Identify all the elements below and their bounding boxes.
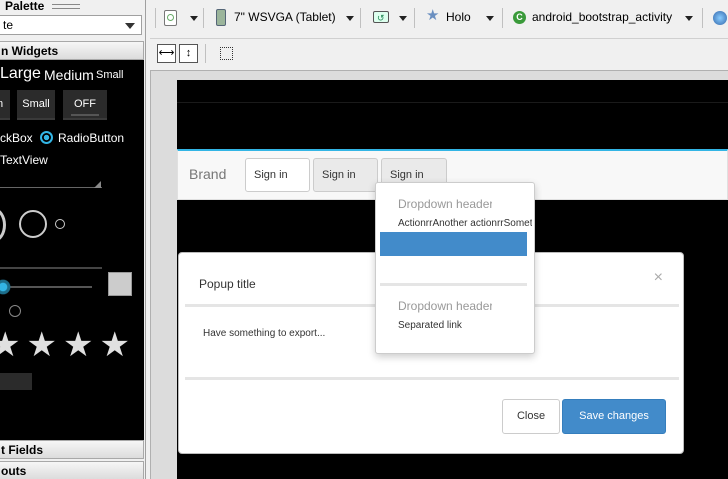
dropdown-divider	[380, 283, 527, 286]
progress-large-icon	[0, 208, 6, 242]
category-label: outs	[1, 464, 27, 478]
theme-label: Holo	[446, 10, 471, 24]
category-text-fields[interactable]: t Fields	[0, 440, 144, 459]
fill-width-button[interactable]: ⟷	[157, 44, 176, 63]
toolbar-separator	[155, 8, 156, 28]
progress-medium-icon	[19, 210, 47, 238]
radio-unselected-icon[interactable]	[9, 305, 21, 317]
category-form-widgets[interactable]: n Widgets	[0, 41, 144, 60]
editor-toolbar: 7" WSVGA (Tablet) ↺ ★ Holo C android_boo…	[150, 0, 728, 36]
dropdown-menu: Dropdown header ActionrrAnother actionrr…	[375, 182, 535, 354]
chevron-down-icon	[685, 16, 693, 21]
widget-button[interactable]: n	[0, 90, 10, 120]
globe-icon	[713, 11, 727, 25]
dropdown-item-separated[interactable]: Separated link	[398, 320, 532, 331]
signin-button-1[interactable]: Sign in	[245, 158, 310, 192]
navbar-brand[interactable]: Brand	[189, 166, 226, 182]
close-icon[interactable]: ×	[654, 269, 663, 287]
palette-filter-value: te	[3, 18, 14, 32]
tablet-icon	[216, 9, 226, 26]
chevron-down-icon	[399, 16, 407, 21]
chevron-down-icon	[125, 23, 135, 29]
save-changes-button[interactable]: Save changes	[562, 399, 666, 434]
widget-preview-area: Large Medium Small n Small OFF ckBox Rad…	[0, 60, 144, 440]
signin-button-2[interactable]: Sign in	[313, 158, 378, 192]
palette-header: Palette	[0, 0, 145, 14]
palette-filter-select[interactable]: te	[0, 15, 142, 35]
widget-small-button[interactable]: Small	[17, 90, 55, 120]
radio-selected-icon[interactable]	[40, 131, 53, 144]
progress-small-icon	[55, 219, 65, 229]
margins-icon[interactable]	[220, 47, 233, 60]
toolbar-separator	[203, 8, 204, 28]
modal-body-text: Have something to export...	[203, 328, 326, 339]
quick-contact-badge-icon[interactable]	[108, 272, 132, 296]
widget-large-text[interactable]: Large	[0, 65, 41, 83]
activity-label: android_bootstrap_activity	[532, 10, 673, 24]
modal-divider	[185, 377, 679, 380]
dropdown-item-active[interactable]	[380, 232, 527, 256]
widget-spinner-line[interactable]	[0, 187, 102, 188]
dropdown-item-actions[interactable]: ActionrrAnother actionrrSomething	[398, 218, 532, 229]
star-icon: ★	[426, 7, 440, 24]
drag-grip[interactable]	[52, 4, 80, 9]
palette-panel: Palette te n Widgets Large Medium Small …	[0, 0, 146, 479]
fill-height-button[interactable]: ↕	[179, 44, 198, 63]
widget-textview[interactable]: TextView	[0, 153, 48, 167]
category-label: t Fields	[1, 443, 44, 457]
widget-toggle-button[interactable]: OFF	[63, 90, 107, 120]
spinner-corner-icon	[94, 181, 101, 188]
activity-class-icon: C	[513, 11, 526, 24]
seekbar-thumb[interactable]	[0, 276, 14, 298]
chevron-down-icon	[190, 16, 198, 21]
toolbar-separator	[205, 44, 206, 63]
toolbar-separator	[360, 8, 361, 28]
toolbar-separator	[702, 8, 703, 28]
rotate-screen-icon: ↺	[373, 11, 389, 23]
layout-actions-bar: ⟷ ↕	[150, 38, 728, 68]
widget-radio-button[interactable]: RadioButton	[58, 131, 124, 145]
toolbar-separator	[414, 8, 415, 28]
chevron-down-icon	[486, 16, 494, 21]
rating-bar-stars-icon[interactable]: ★★★★	[0, 328, 136, 362]
widget-medium-text[interactable]: Medium	[44, 67, 94, 83]
device-label: 7" WSVGA (Tablet)	[234, 10, 336, 24]
progress-bar	[0, 267, 102, 269]
modal-close-button[interactable]: Close	[502, 399, 560, 434]
category-label: n Widgets	[1, 44, 59, 58]
widget-edit-box[interactable]	[0, 373, 32, 390]
chevron-down-icon	[346, 16, 354, 21]
widget-checkbox[interactable]: ckBox	[0, 131, 33, 145]
widget-small-text[interactable]: Small	[96, 69, 124, 81]
category-layouts[interactable]: outs	[0, 461, 144, 479]
dropdown-header: Dropdown header	[398, 197, 492, 211]
palette-title: Palette	[5, 0, 45, 13]
modal-title: Popup title	[199, 277, 256, 291]
dropdown-header: Dropdown header	[398, 299, 492, 313]
toolbar-separator	[502, 8, 503, 28]
document-icon	[164, 10, 177, 26]
